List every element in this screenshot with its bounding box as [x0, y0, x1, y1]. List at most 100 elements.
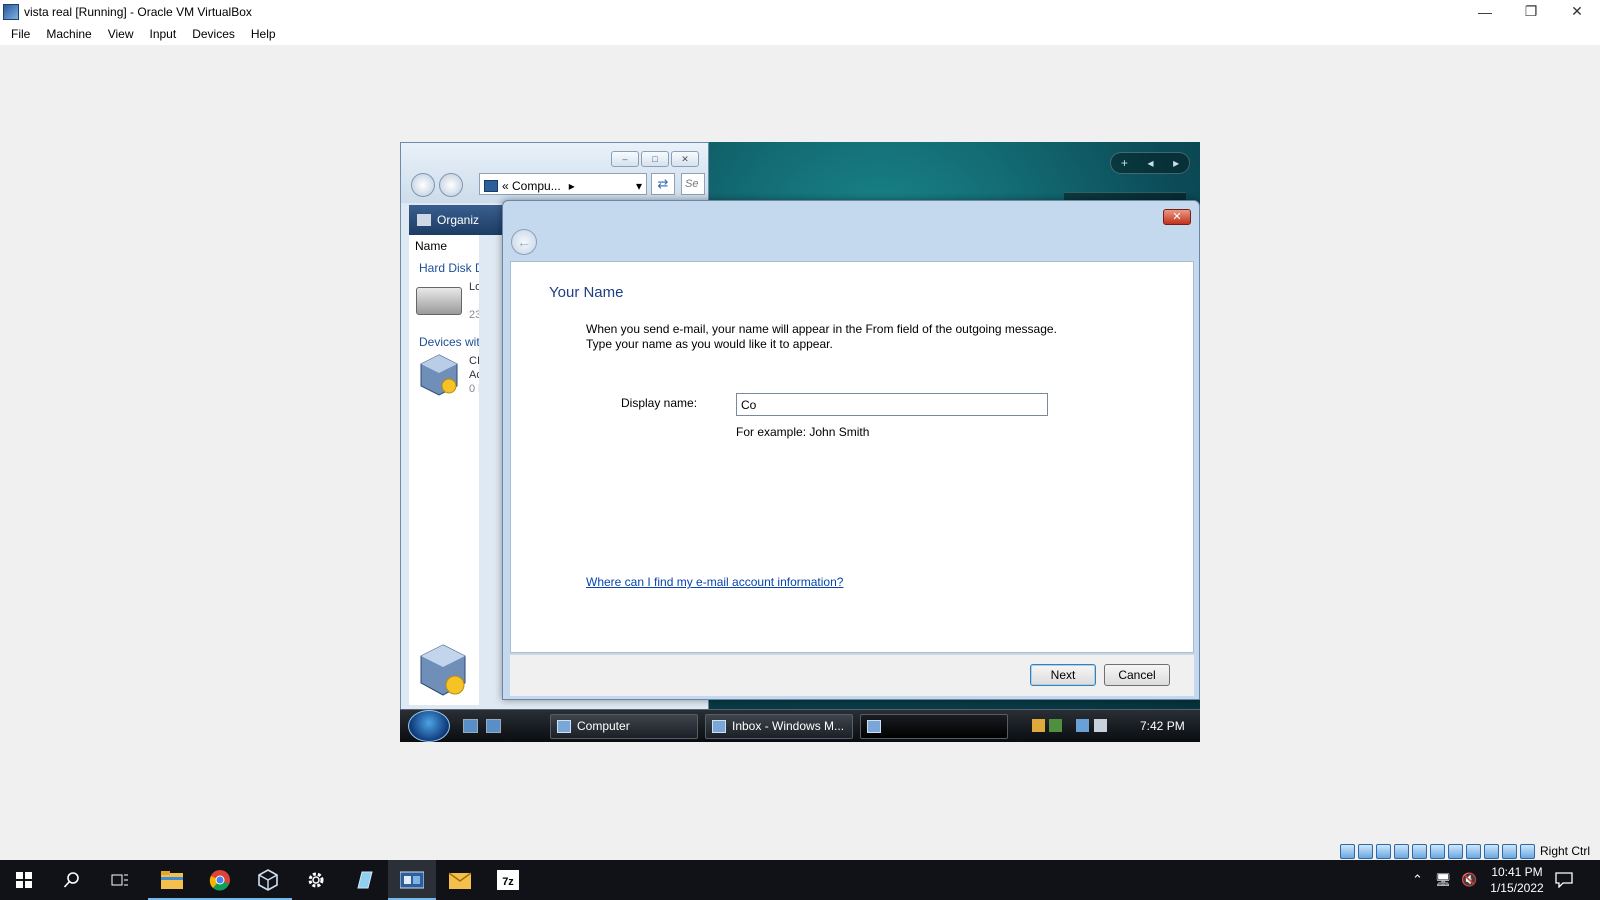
network-status-icon[interactable]: [1394, 843, 1409, 859]
7zip-icon[interactable]: 7z: [484, 860, 532, 900]
vm-clock[interactable]: 7:42 PM: [1140, 719, 1185, 733]
explorer-window-controls: – □ ✕: [611, 151, 699, 167]
prev-icon[interactable]: ◂: [1147, 156, 1153, 170]
display-name-label: Display name:: [621, 396, 698, 410]
organize-label: Organiz: [437, 213, 480, 227]
close-button[interactable]: ✕: [1554, 0, 1600, 23]
search-input[interactable]: Se: [681, 173, 705, 195]
settings-gear-icon[interactable]: [292, 860, 340, 900]
optical-drive-status-icon[interactable]: [1358, 843, 1373, 859]
recording-status-icon[interactable]: [1466, 843, 1481, 859]
vm-screen[interactable]: + ◂ ▸ – □ ✕ « Compu... ▸ ▾ ⇄ Se Organiz …: [400, 142, 1200, 742]
security-shield-icon[interactable]: [1032, 719, 1045, 732]
usb-status-icon[interactable]: [1412, 843, 1427, 859]
shared-folders-status-icon[interactable]: [1430, 843, 1445, 859]
vista-start-button[interactable]: [408, 710, 450, 742]
dialog-body: Your Name When you send e-mail, your nam…: [510, 261, 1194, 653]
description: When you send e-mail, your name will app…: [586, 322, 1057, 352]
explorer-minimize-button[interactable]: –: [611, 151, 639, 167]
volume-muted-icon[interactable]: 🔇: [1461, 872, 1477, 888]
mail-folder-icon[interactable]: [436, 860, 484, 900]
virtualbox-taskbar-icon[interactable]: [244, 860, 292, 900]
explorer-back-button[interactable]: [411, 173, 435, 197]
windows-flag-icon[interactable]: [1049, 719, 1062, 732]
system-clock[interactable]: 10:41 PM 1/15/2022: [1487, 864, 1547, 896]
host-titlebar: vista real [Running] - Oracle VM Virtual…: [0, 0, 1600, 23]
next-icon[interactable]: ▸: [1173, 156, 1179, 170]
vista-taskbar: Computer Inbox - Windows M... 7:42 PM: [400, 709, 1200, 742]
task-wizard[interactable]: [860, 714, 1008, 739]
hard-drive-icon[interactable]: [416, 287, 462, 315]
menu-input[interactable]: Input: [142, 27, 185, 41]
network-icon[interactable]: 🖥: [1435, 872, 1452, 888]
computer-icon: [557, 720, 571, 733]
sidebar-gadget-controls[interactable]: + ◂ ▸: [1110, 152, 1190, 174]
vista-vm-taskbar-icon[interactable]: [388, 860, 436, 900]
action-center-icon[interactable]: [1544, 860, 1584, 900]
dialog-footer: Next Cancel: [510, 654, 1194, 696]
task-view-icon[interactable]: [96, 860, 144, 900]
chevron-down-icon[interactable]: ▾: [636, 179, 642, 193]
explorer-maximize-button[interactable]: □: [641, 151, 669, 167]
task-inbox-label: Inbox - Windows M...: [732, 719, 845, 733]
display-name-input[interactable]: [736, 393, 1048, 416]
column-header-name[interactable]: Name: [415, 239, 447, 253]
description-line-2: Type your name as you would like it to a…: [586, 337, 833, 351]
menu-view[interactable]: View: [100, 27, 142, 41]
cd-label-2: Ac: [469, 369, 479, 381]
switch-windows-icon[interactable]: [486, 719, 501, 733]
search-icon[interactable]: [48, 860, 96, 900]
window-title: vista real [Running] - Oracle VM Virtual…: [24, 4, 252, 19]
window-controls: — ❐ ✕: [1462, 0, 1600, 23]
vista-desktop: + ◂ ▸ – □ ✕ « Compu... ▸ ▾ ⇄ Se Organiz …: [400, 142, 1200, 710]
audio-status-icon[interactable]: [1376, 843, 1391, 859]
page-title: Your Name: [549, 284, 624, 301]
menu-file[interactable]: File: [3, 27, 38, 41]
wizard-icon: [867, 720, 881, 733]
cancel-button[interactable]: Cancel: [1104, 664, 1170, 686]
menu-machine[interactable]: Machine: [38, 27, 99, 41]
menu-devices[interactable]: Devices: [184, 27, 243, 41]
task-inbox[interactable]: Inbox - Windows M...: [705, 714, 853, 739]
display-status-icon[interactable]: [1448, 843, 1463, 859]
host-key-label: Right Ctrl: [1540, 844, 1591, 858]
minimize-button[interactable]: —: [1462, 0, 1508, 23]
account-info-help-link[interactable]: Where can I find my e-mail account infor…: [586, 575, 843, 589]
vt-x-status-icon[interactable]: [1484, 843, 1499, 859]
cd-label-1: CI: [469, 355, 479, 367]
mail-icon: [712, 720, 726, 733]
menu-bar: File Machine View Input Devices Help: [0, 23, 1600, 45]
next-button[interactable]: Next: [1030, 664, 1096, 686]
hard-disk-status-icon[interactable]: [1340, 843, 1355, 859]
menu-help[interactable]: Help: [243, 27, 284, 41]
gadget-panel: [1064, 192, 1186, 200]
notepad-icon[interactable]: [340, 860, 388, 900]
add-gadget-icon[interactable]: +: [1121, 156, 1128, 170]
windows-start-icon[interactable]: [0, 860, 48, 900]
vbox-large-icon: [420, 644, 466, 696]
cd-label-3: 0 l: [469, 383, 479, 395]
address-bar[interactable]: « Compu... ▸ ▾: [479, 173, 647, 195]
example-hint: For example: John Smith: [736, 425, 870, 439]
refresh-button[interactable]: ⇄: [651, 173, 675, 195]
chrome-icon[interactable]: [196, 860, 244, 900]
group-hard-disk[interactable]: Hard Disk D: [419, 261, 479, 275]
account-wizard-dialog[interactable]: ✕ ← Your Name When you send e-mail, your…: [502, 200, 1200, 700]
file-explorer-icon[interactable]: [148, 860, 196, 900]
restore-button[interactable]: ❐: [1508, 0, 1554, 23]
dialog-close-button[interactable]: ✕: [1163, 209, 1191, 225]
keyboard-status-icon[interactable]: [1520, 843, 1535, 859]
windows-taskbar: 7z ⌃ 🖥 🔇 10:41 PM 1/15/2022: [0, 860, 1600, 900]
wizard-back-button[interactable]: ←: [511, 229, 537, 255]
vbox-additions-cd-icon[interactable]: [417, 353, 461, 397]
mouse-integration-status-icon[interactable]: [1502, 843, 1517, 859]
show-hidden-icons-icon[interactable]: ⌃: [1412, 872, 1423, 888]
group-devices[interactable]: Devices wit: [419, 335, 479, 349]
explorer-forward-button[interactable]: [439, 173, 463, 197]
explorer-close-button[interactable]: ✕: [671, 151, 699, 167]
volume-icon[interactable]: [1094, 719, 1107, 732]
vbox-status-bar: Right Ctrl: [1340, 842, 1590, 860]
network-icon[interactable]: [1076, 719, 1089, 732]
task-computer[interactable]: Computer: [550, 714, 698, 739]
show-desktop-icon[interactable]: [463, 719, 478, 733]
